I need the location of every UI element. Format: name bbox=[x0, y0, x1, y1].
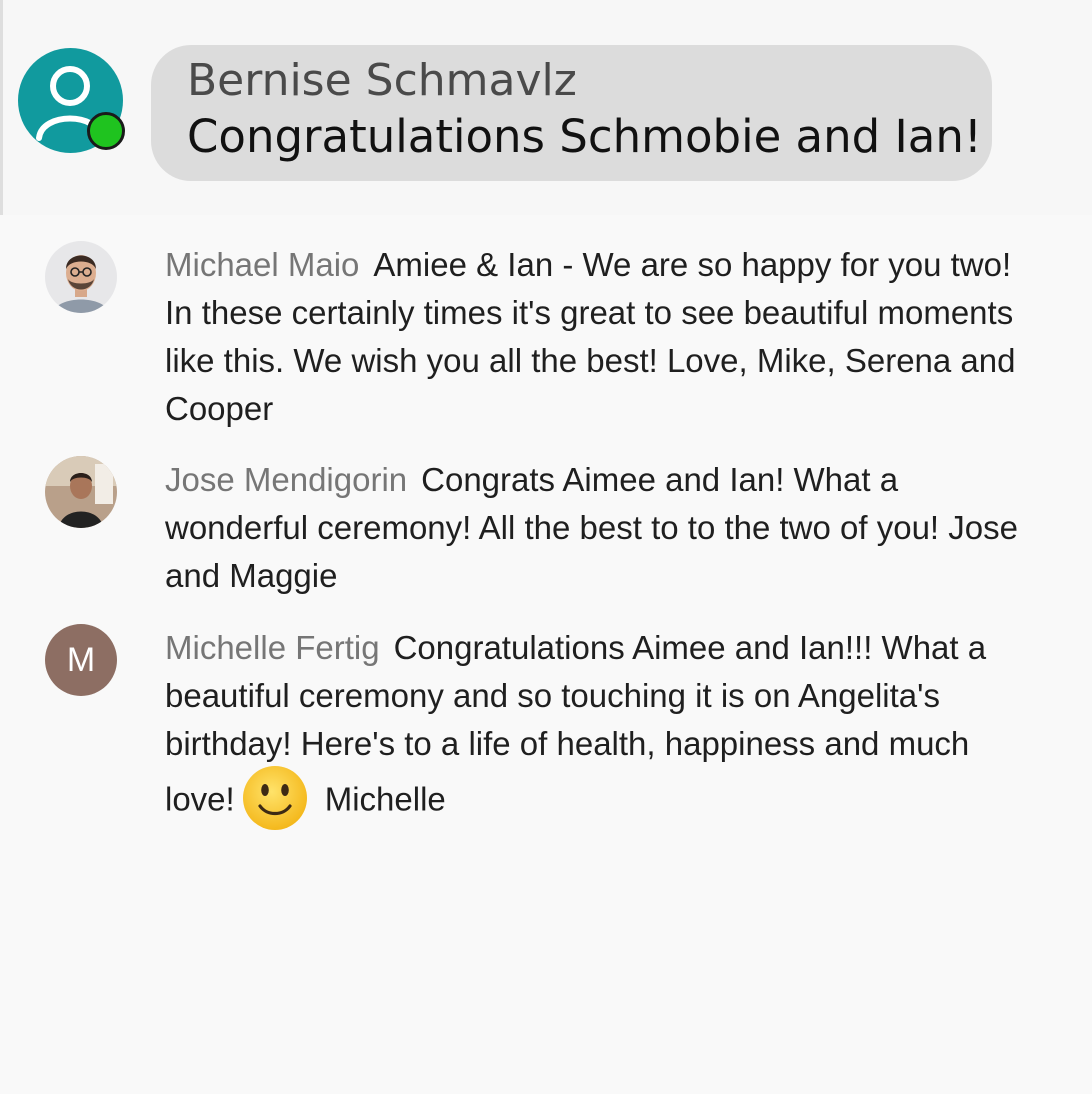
message-signature: Michelle bbox=[324, 780, 446, 818]
author-name[interactable]: Michelle Fertig bbox=[165, 629, 380, 666]
left-edge-divider bbox=[0, 0, 3, 215]
user-photo-icon bbox=[45, 456, 117, 528]
author-name[interactable]: Jose Mendigorin bbox=[165, 461, 407, 498]
message-content: Michael Maio Amiee & Ian - We are so happ… bbox=[165, 241, 1045, 433]
avatar[interactable] bbox=[45, 241, 117, 313]
sender-name: Bernise Schmavlz bbox=[187, 55, 577, 106]
pinned-message-bar: Bernise Schmavlz Congratulations Schmobi… bbox=[0, 0, 1092, 215]
message-text: Congratulations Schmobie and Ian! bbox=[187, 110, 982, 163]
message-bubble[interactable]: Bernise Schmavlz Congratulations Schmobi… bbox=[151, 45, 992, 181]
online-status-indicator bbox=[87, 112, 125, 150]
user-photo-icon bbox=[45, 241, 117, 313]
message-content: Jose Mendigorin Congrats Aimee and Ian! W… bbox=[165, 456, 1045, 600]
message-content: Michelle Fertig Congratulations Aimee and… bbox=[165, 624, 1045, 836]
avatar[interactable] bbox=[45, 456, 117, 528]
author-name[interactable]: Michael Maio bbox=[165, 246, 359, 283]
avatar[interactable]: M bbox=[45, 624, 117, 696]
slightly-smiling-face-icon bbox=[242, 766, 307, 830]
